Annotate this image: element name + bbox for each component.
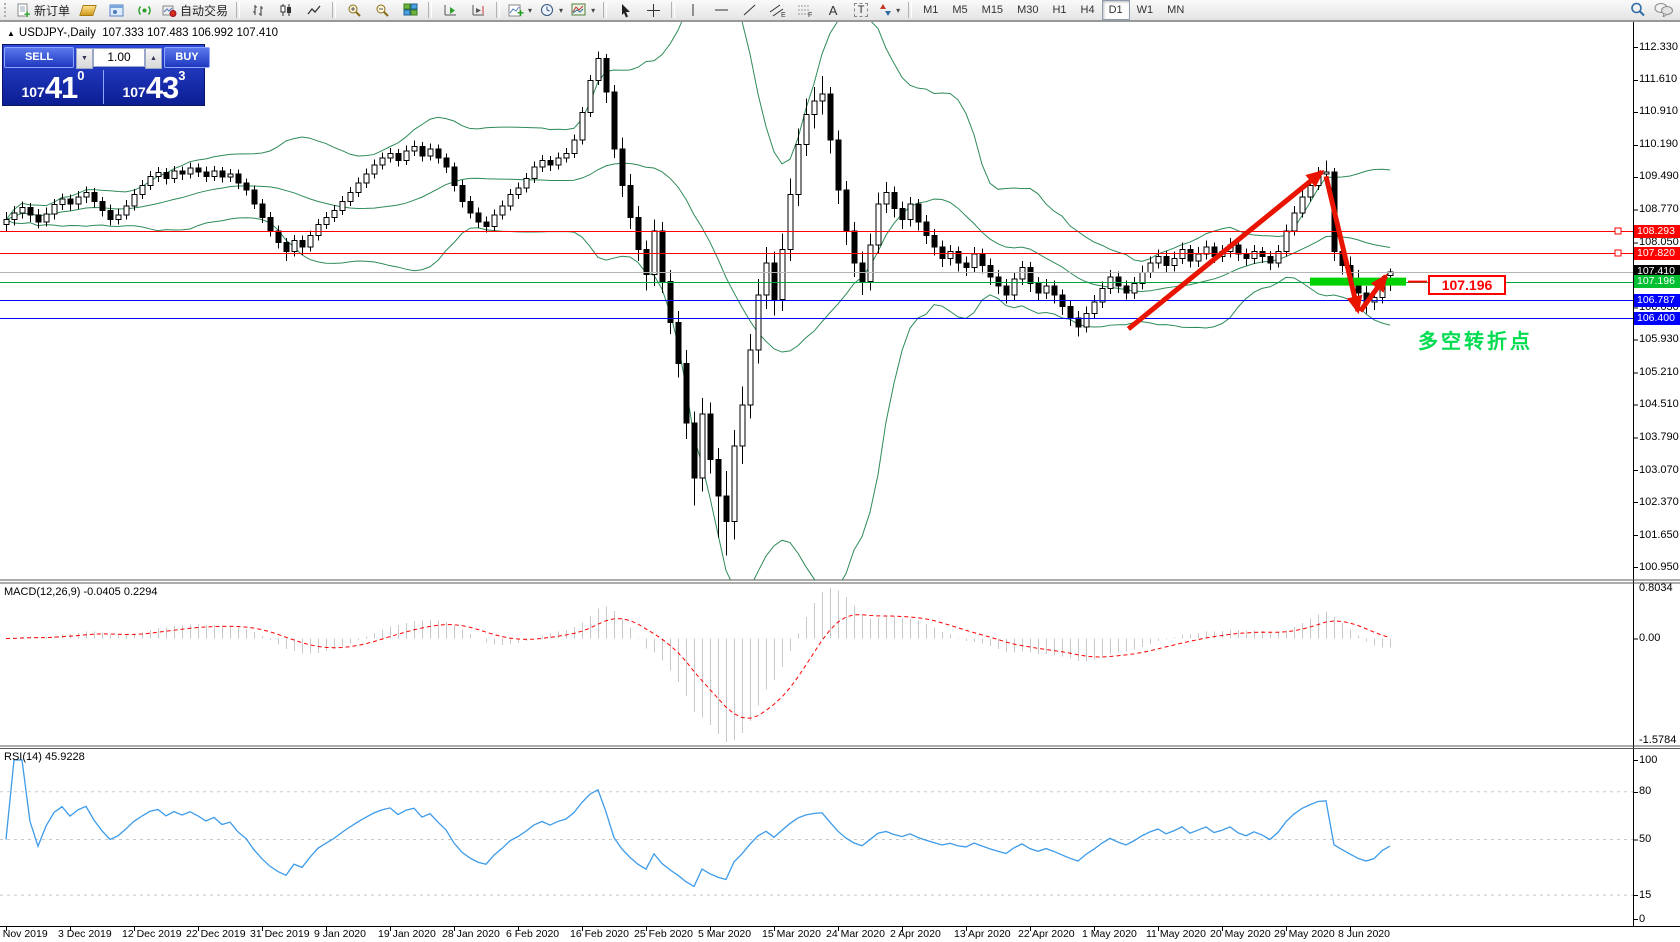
chart-canvas[interactable] [0, 0, 1680, 942]
price-tick: 108.770 [1639, 203, 1679, 216]
date-label: 5 Mar 2020 [698, 928, 752, 940]
price-tick: 105.210 [1639, 365, 1679, 378]
rsi-axis-label: 50 [1639, 833, 1652, 845]
price-tick: 112.330 [1639, 40, 1678, 53]
sell-button[interactable]: SELL [4, 46, 74, 68]
rsi-axis-label: 15 [1639, 888, 1652, 901]
date-label: 2 Apr 2020 [890, 928, 941, 940]
date-label: 28 Jan 2020 [442, 928, 500, 940]
buy-button[interactable]: BUY [164, 46, 210, 68]
volume-input[interactable] [93, 47, 145, 67]
rsi-pane [0, 759, 1633, 896]
price-tick: 109.490 [1639, 170, 1679, 183]
date-label: 22 Dec 2019 [186, 928, 246, 940]
buy-price-point: 3 [178, 68, 186, 83]
rsi-axis-label: 100 [1639, 753, 1658, 766]
rsi-axis-label: 80 [1639, 785, 1652, 798]
date-label: 9 Jan 2020 [314, 928, 366, 940]
bollinger-bands [5, 22, 1391, 580]
price-tick: 104.510 [1639, 397, 1679, 410]
date-label: 29 May 2020 [1274, 928, 1335, 940]
symbol-title: USDJPY-,Daily [18, 27, 96, 39]
date-label: 12 Dec 2019 [122, 928, 182, 940]
turning-point-text: 多空转折点 [1418, 331, 1533, 353]
buy-price[interactable]: 107 43 3 [104, 68, 204, 106]
volume-decrease-button[interactable]: ▼ [76, 47, 93, 69]
price-tick: 105.930 [1639, 332, 1679, 345]
candles [3, 51, 1394, 556]
price-tick: 103.790 [1639, 430, 1679, 443]
buy-price-figure: 107 [122, 84, 146, 100]
macd-label: MACD(12,26,9) -0.0405 0.2294 [4, 586, 158, 598]
price-badge: 106.400 [1634, 311, 1680, 325]
buy-price-pips: 43 [145, 70, 179, 105]
green-bar-drawing [1310, 277, 1406, 286]
trade-panel-prices: 107 41 0 107 43 3 [3, 68, 204, 106]
rsi-axis-label: 0 [1639, 912, 1646, 925]
date-label: 19 Jan 2020 [378, 928, 436, 940]
price-tick: 110.190 [1639, 138, 1678, 151]
date-label: 4 Nov 2019 [0, 928, 48, 940]
date-label: 6 Feb 2020 [506, 928, 560, 940]
price-callout-box[interactable]: 107.196 [1428, 275, 1506, 295]
price-tick: 110.910 [1639, 105, 1678, 118]
sell-price[interactable]: 107 41 0 [3, 68, 103, 106]
chart-title: ▲ USDJPY-,Daily 107.333 107.483 106.992 1… [7, 27, 278, 39]
rsi-label: RSI(14) 45.9228 [4, 751, 85, 763]
date-label: 1 May 2020 [1082, 928, 1137, 940]
mt4-terminal: + 新订单 自动交易 + ▾ ▾ ▾ E F A T ▾ M1 M5 M15 M… [0, 0, 1680, 942]
price-tick: 103.070 [1639, 463, 1679, 476]
price-badge: 107.196 [1634, 275, 1680, 289]
date-label: 11 May 2020 [1146, 928, 1206, 940]
sell-price-figure: 107 [21, 84, 45, 100]
ohlc-readout: 107.333 107.483 106.992 107.410 [102, 27, 279, 39]
price-badge: 108.293 [1634, 224, 1680, 238]
price-tick: 101.650 [1639, 528, 1679, 541]
chart-collapse-icon[interactable]: ▲ [7, 29, 15, 38]
date-label: 22 Apr 2020 [1018, 928, 1075, 940]
macd-signal-line [5, 614, 1391, 719]
date-label: 13 Apr 2020 [954, 928, 1011, 940]
macd-axis-label: -1.5784 [1639, 734, 1677, 746]
rsi-line [5, 759, 1391, 888]
date-label: 15 Mar 2020 [762, 928, 821, 940]
volume-stepper: ▼ ▲ [76, 47, 162, 69]
one-click-trading-panel: SELL ▼ ▲ BUY 107 41 0 107 43 3 [2, 44, 210, 106]
price-badge: 106.787 [1634, 293, 1680, 307]
sell-price-pips: 41 [44, 70, 78, 105]
date-label: 25 Feb 2020 [634, 928, 693, 940]
price-tick: 111.610 [1639, 73, 1678, 86]
macd-histogram [14, 588, 1391, 742]
date-label: 31 Dec 2019 [250, 928, 310, 940]
volume-increase-button[interactable]: ▲ [145, 47, 162, 69]
date-label: 20 May 2020 [1210, 928, 1271, 940]
price-badge: 107.820 [1634, 246, 1680, 260]
date-label: 24 Mar 2020 [826, 928, 885, 940]
date-label: 3 Dec 2019 [58, 928, 112, 940]
price-tick: 100.950 [1639, 560, 1679, 573]
trade-panel-top-row: SELL ▼ ▲ BUY [3, 45, 210, 69]
date-label: 16 Feb 2020 [570, 928, 629, 940]
price-tick: 102.370 [1639, 495, 1679, 508]
macd-axis-label: 0.00 [1639, 632, 1661, 645]
date-label: 8 Jun 2020 [1338, 928, 1390, 940]
macd-axis-label: 0.8034 [1639, 582, 1673, 594]
sell-price-point: 0 [77, 68, 85, 83]
